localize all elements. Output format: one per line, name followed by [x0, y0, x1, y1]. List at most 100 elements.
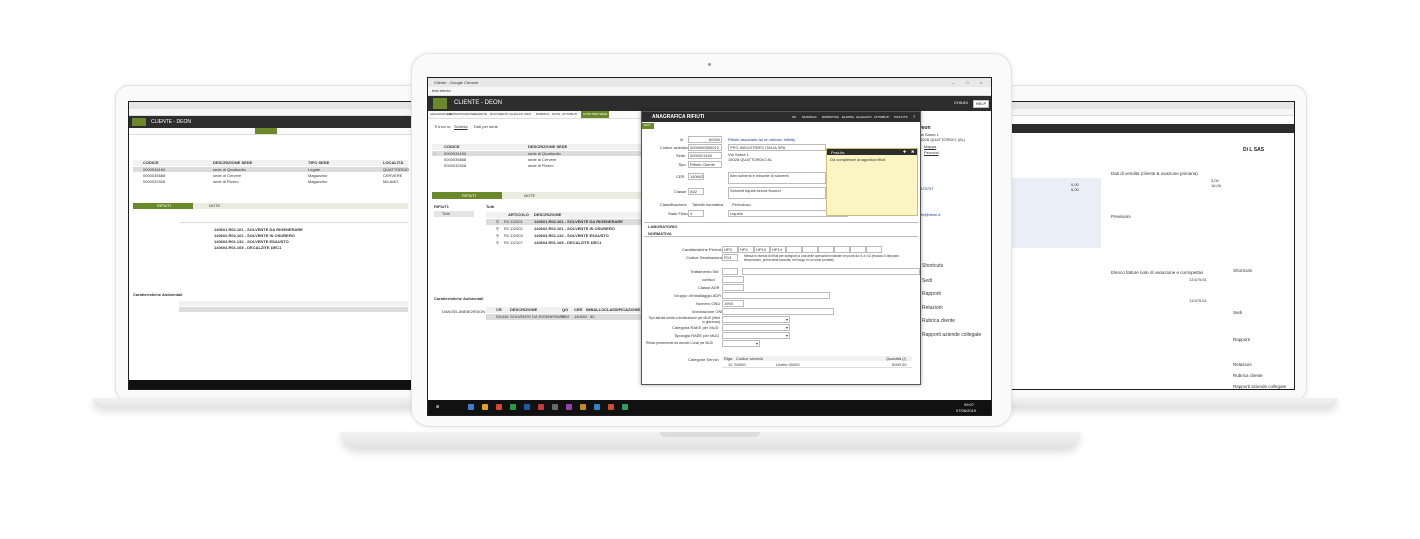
menu-note[interactable]: NOTE — [552, 112, 560, 117]
right-section-vendita[interactable]: Dati di vendita (cliente & ovazione prim… — [1111, 171, 1198, 176]
postit-close-icon[interactable]: ✖ — [911, 149, 914, 154]
left-tab-rifiuti[interactable]: RIFIUTI — [133, 203, 193, 209]
menu-attributi[interactable]: ATTRIBUTI — [562, 112, 577, 117]
tab-note[interactable]: NOTE — [524, 193, 535, 198]
window-close-button[interactable]: × — [980, 80, 982, 85]
tipologia-raee-select[interactable]: ▾ — [722, 332, 790, 339]
side-shortcuts[interactable]: Shortcuts — [922, 264, 943, 269]
tab-rifiuti[interactable]: RIFIUTI — [432, 192, 502, 199]
help-button[interactable]: HELP — [973, 100, 989, 108]
ripristina-button[interactable]: RIPRISTINA — [822, 115, 839, 120]
left-tab-note[interactable]: NOTE — [209, 203, 220, 208]
sede-row[interactable]: › 0000034160 sede di Quattordio — [432, 151, 641, 156]
postits-button[interactable]: POST-ITS — [894, 115, 908, 120]
right-side-rubrica[interactable]: Rubrica cliente — [1233, 373, 1263, 378]
postit-pin-icon[interactable]: ✚ — [903, 149, 906, 154]
tabella-normativa-radio[interactable]: Tabella normativa — [692, 202, 723, 207]
stato-fisico-field[interactable]: 4 — [688, 210, 704, 217]
left-sede-row[interactable]: 0000034160 sede di Quattordio Legale QUA… — [133, 167, 409, 172]
chiudi-button[interactable]: CHIUDI — [952, 100, 970, 106]
elimina-button[interactable]: ELIMINA — [842, 115, 854, 120]
right-section-previsioni[interactable]: Previsioni — [1111, 214, 1131, 219]
hp-field[interactable] — [786, 246, 802, 253]
cer-field[interactable]: 140602 — [688, 173, 704, 180]
side-rapporti[interactable]: Rapporti — [922, 292, 941, 297]
taskbar-app-icon[interactable] — [622, 404, 628, 410]
taskbar-app-icon[interactable] — [482, 404, 488, 410]
menu-altri-per-sede[interactable]: ALTRI PER SEDE — [583, 112, 607, 117]
circuito-conai-select[interactable]: ▾ — [722, 340, 760, 347]
classe-field[interactable]: A02 — [688, 188, 704, 195]
side-sedi[interactable]: Sedi — [922, 279, 932, 284]
taskbar-app-icon[interactable] — [566, 404, 572, 410]
hp-field[interactable] — [802, 246, 818, 253]
taskbar-app-icon[interactable] — [594, 404, 600, 410]
window-maximize-button[interactable]: □ — [966, 80, 968, 85]
id-field[interactable]: 60340 — [688, 136, 722, 143]
breadcrumb-link-scheda[interactable]: Scheda — [454, 124, 468, 129]
taskbar-app-icon[interactable] — [524, 404, 530, 410]
hp-field[interactable] — [834, 246, 850, 253]
taskbar-app-icon[interactable] — [496, 404, 502, 410]
hp-field[interactable]: HP10 — [754, 246, 770, 253]
categoria-raee-select[interactable]: ▾ — [722, 324, 790, 331]
attributi-button[interactable]: ATTRIBUTI — [874, 115, 889, 120]
menu-crm[interactable]: CRM — [524, 112, 531, 117]
taskbar-app-icon[interactable] — [538, 404, 544, 410]
left-rifiuto-row[interactable]: 140601.R02.161 - SOLVENTE DA RIGENERARE — [214, 227, 303, 232]
annotazione-onu-field[interactable] — [722, 308, 834, 315]
right-side-sedi[interactable]: Sedi — [1233, 310, 1242, 315]
section-laboratorio[interactable]: LABORATORIO — [648, 224, 677, 229]
start-icon[interactable]: ⊞ — [436, 404, 439, 409]
menu-vendite[interactable]: VENDITE — [474, 112, 487, 117]
sede-row[interactable]: 0000035668 sede di Cervere — [432, 157, 641, 162]
modifica-button[interactable]: MODIFICA — [802, 115, 817, 120]
hp-field[interactable] — [850, 246, 866, 253]
tipo-select[interactable]: Rifiuto Cliente — [688, 161, 722, 168]
filter-tutti[interactable]: Tutti — [434, 211, 474, 217]
gruppo-imballaggio-field[interactable] — [722, 292, 830, 299]
codice-destinazione-field[interactable]: R13 — [722, 254, 738, 261]
numero-onu-field[interactable]: 1993 — [722, 300, 744, 307]
left-sede-row[interactable]: 0000032928 sede di Rivero Magazzino MILA… — [133, 179, 408, 184]
ok-button[interactable]: OK — [792, 115, 796, 120]
rifiuto-row[interactable]: ⚲ RC.D2001 140601.R02.161 - SOLVENTE DA … — [486, 219, 641, 225]
search-icon[interactable]: ⚲ — [496, 219, 499, 224]
email-link[interactable]: info@deon.it — [918, 212, 941, 217]
sede-row[interactable]: 0000032928 sede di Rivero — [432, 163, 641, 168]
right-side-aziende[interactable]: Rapporti aziende collegate — [1233, 384, 1286, 389]
amb-file-link[interactable]: DANGELANEBORSION — [442, 309, 485, 314]
menu-rubrica[interactable]: RUBRICA — [536, 112, 550, 117]
right-side-shortcuts[interactable]: Shortcuts — [1233, 268, 1252, 273]
sede-field[interactable]: 0000021160 — [688, 152, 722, 159]
classe-adr-field[interactable] — [722, 284, 744, 291]
left-sede-row[interactable]: 0000035668 sede di Cervere Magazzino CER… — [133, 173, 408, 178]
pericoloso-checkbox[interactable]: Pericoloso — [732, 202, 751, 207]
trattamento-field[interactable] — [722, 268, 738, 275]
dialog-tab-dati[interactable]: DATI — [642, 123, 654, 129]
hp-field[interactable]: HP14 — [770, 246, 786, 253]
taskbar-app-icon[interactable] — [580, 404, 586, 410]
search-icon[interactable]: ⚲ — [496, 240, 499, 245]
help-icon[interactable]: ? — [913, 114, 915, 119]
taskbar-app-icon[interactable] — [510, 404, 516, 410]
menu-amministrazione[interactable]: AMMINISTRAZIONE — [447, 112, 475, 117]
rifiuto-row[interactable]: ⚲ RC.D2107 140604.R01.165 - DECALZITE DE… — [486, 240, 641, 246]
tipo-attivita-select[interactable]: ▾ — [722, 316, 790, 323]
cortisol-field[interactable] — [722, 276, 744, 283]
menu-documenti[interactable]: DOCUMENTI ALLEGATI — [490, 112, 523, 117]
window-minimize-button[interactable]: – — [952, 80, 954, 85]
search-icon[interactable]: ⚲ — [496, 233, 499, 238]
postit-panel[interactable]: Post-its ✚ ✖ Da completare anagrafica ri… — [826, 148, 918, 216]
hp-field[interactable] — [818, 246, 834, 253]
left-rifiuto-row[interactable]: 140602.R02.161 - SOLVENTE IN OSURERO — [214, 233, 295, 238]
taskbar-app-icon[interactable] — [468, 404, 474, 410]
right-section-fatture[interactable]: Elenco fatture note di variazione e corr… — [1111, 270, 1203, 275]
percorsi-link[interactable]: Percorsi — [924, 150, 939, 155]
search-icon[interactable]: ⚲ — [496, 226, 499, 231]
side-rubrica[interactable]: Rubrica cliente — [922, 319, 955, 324]
left-rifiuto-row[interactable]: 140603.R01.132 - SOLVENTE ESAUSTO — [214, 239, 289, 244]
codice-azienda-field[interactable]: 0000000000012 — [688, 144, 722, 151]
rifiuto-row[interactable]: ⚲ RC.D2003 140603.R01.132 - SOLVENTE ESA… — [486, 233, 641, 239]
left-rifiuto-row[interactable]: 140604.R01.165 - DECALZITE DEC1 — [214, 245, 281, 250]
